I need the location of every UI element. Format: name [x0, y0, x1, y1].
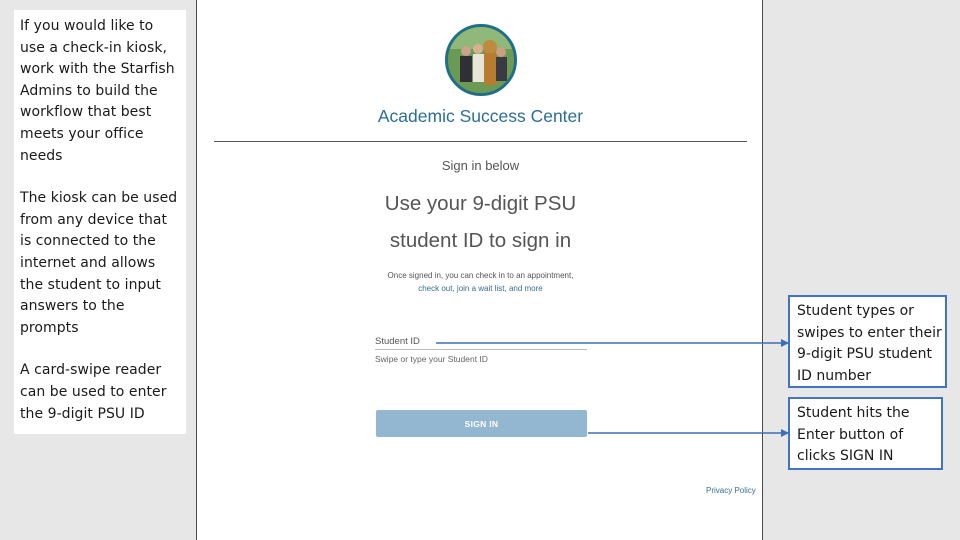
annotation-arrows	[436, 339, 789, 437]
